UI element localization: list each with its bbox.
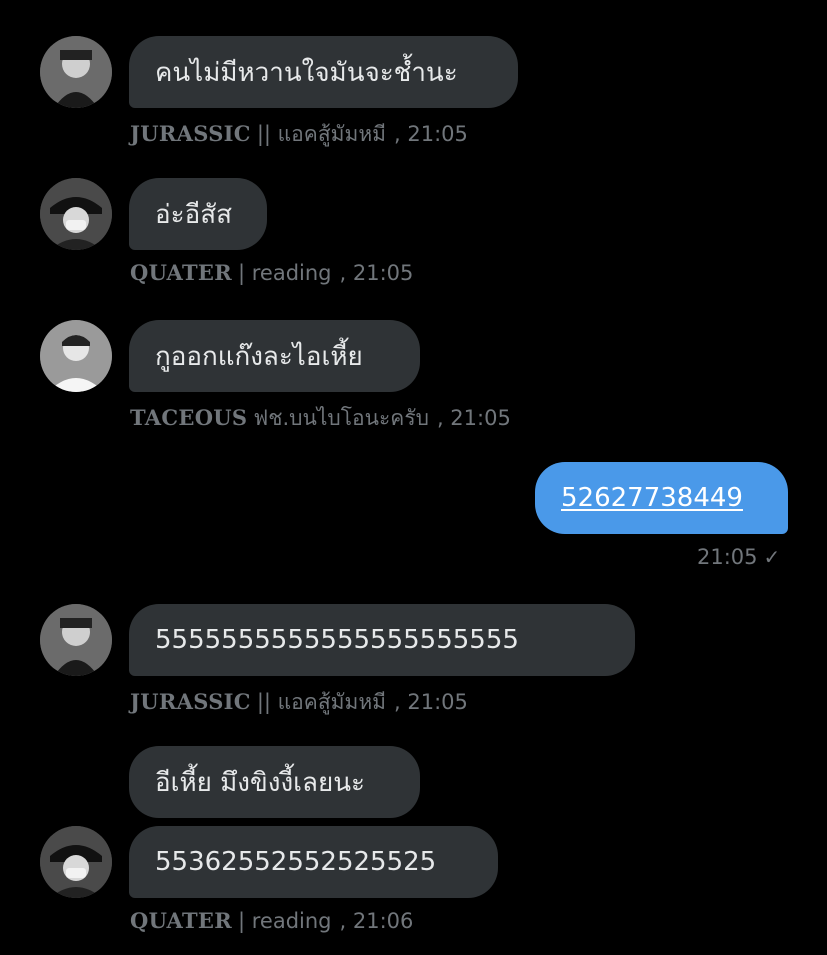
message-meta: QUATER | reading , 21:05: [130, 260, 413, 285]
sender-status: | reading: [238, 261, 332, 285]
timestamp: , 21:05: [436, 406, 511, 430]
avatar[interactable]: [40, 36, 112, 108]
avatar[interactable]: [40, 320, 112, 392]
avatar[interactable]: [40, 604, 112, 676]
timestamp: , 21:06: [339, 909, 414, 933]
sender-name[interactable]: JURASSIC: [130, 689, 251, 714]
sender-status: || แอคสู้มัมหมี: [256, 122, 387, 146]
message-bubble[interactable]: อ่ะอีสัส: [129, 178, 267, 250]
timestamp: , 21:05: [339, 261, 414, 285]
message-text: กูออกแก๊งละไอเหี้ย: [155, 341, 363, 372]
message-text: อีเหี้ย มึงขิงงี้เลยนะ: [155, 767, 365, 798]
message-bubble[interactable]: คนไม่มีหวานใจมันจะช้ำนะ: [129, 36, 518, 108]
message-text: คนไม่มีหวานใจมันจะช้ำนะ: [155, 57, 458, 88]
sender-status: || แอคสู้มัมหมี: [256, 690, 387, 714]
message-meta: QUATER | reading , 21:06: [130, 908, 413, 933]
sender-status: | reading: [238, 909, 332, 933]
avatar[interactable]: [40, 826, 112, 898]
timestamp: , 21:05: [394, 690, 468, 714]
timestamp: , 21:05: [394, 122, 468, 146]
sender-status: ฟช.บนไบโอนะครับ: [253, 406, 429, 430]
sender-name[interactable]: QUATER: [130, 908, 232, 933]
check-icon: ✓: [763, 545, 781, 569]
message-link[interactable]: 52627738449: [561, 483, 743, 513]
message-bubble[interactable]: 5555555555555555555555: [129, 604, 635, 676]
timestamp: 21:05: [697, 545, 758, 569]
message-bubble[interactable]: 55362552552525525: [129, 826, 498, 898]
sender-name[interactable]: JURASSIC: [130, 121, 251, 146]
message-bubble[interactable]: กูออกแก๊งละไอเหี้ย: [129, 320, 420, 392]
message-text: อ่ะอีสัส: [155, 199, 232, 230]
message-text: 55362552552525525: [155, 847, 437, 877]
outgoing-message-bubble[interactable]: 52627738449: [535, 462, 788, 534]
message-meta: TACEOUS ฟช.บนไบโอนะครับ , 21:05: [130, 402, 511, 435]
message-meta: JURASSIC || แอคสู้มัมหมี , 21:05: [130, 118, 468, 151]
message-text: 5555555555555555555555: [155, 625, 519, 655]
sender-name[interactable]: TACEOUS: [130, 405, 247, 430]
message-meta: 21:05 ✓: [697, 545, 780, 569]
sender-name[interactable]: QUATER: [130, 260, 232, 285]
message-meta: JURASSIC || แอคสู้มัมหมี , 21:05: [130, 686, 468, 719]
message-bubble[interactable]: อีเหี้ย มึงขิงงี้เลยนะ: [129, 746, 420, 818]
avatar[interactable]: [40, 178, 112, 250]
